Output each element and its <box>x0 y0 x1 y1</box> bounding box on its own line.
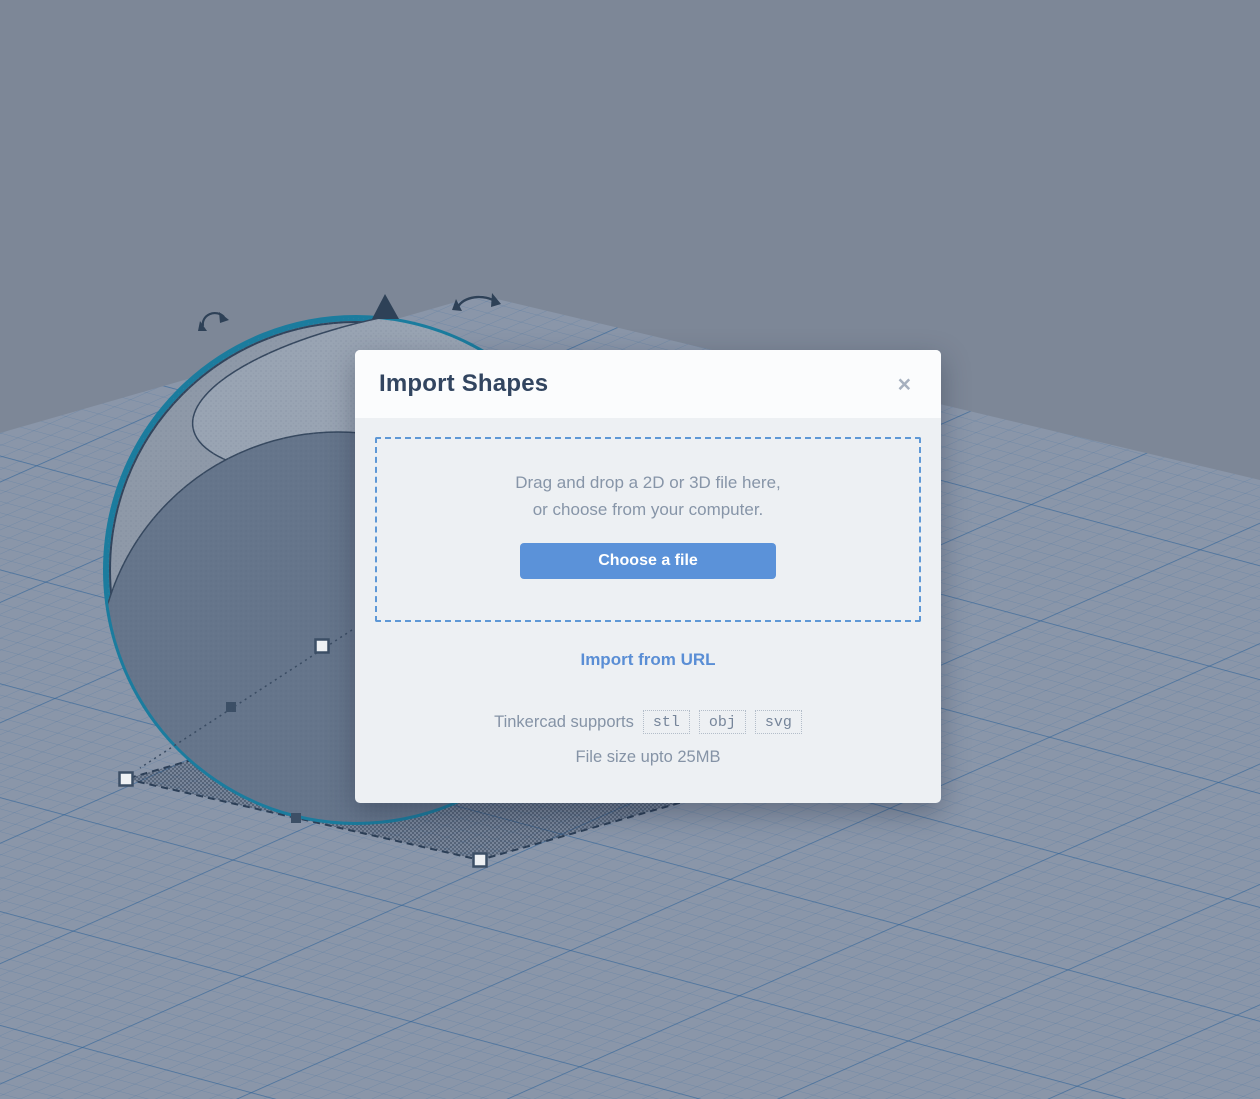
supported-formats-row: Tinkercad supports stl obj svg <box>355 710 941 734</box>
edge-midpoint-handle-left[interactable] <box>226 702 236 712</box>
format-badge-stl: stl <box>642 710 690 734</box>
file-size-note: File size upto 25MB <box>575 748 721 766</box>
choose-file-button[interactable]: Choose a file <box>520 543 776 579</box>
format-badge-svg: svg <box>754 710 802 734</box>
corner-scale-handle-left[interactable] <box>118 771 134 787</box>
import-from-url-link[interactable]: Import from URL <box>580 650 715 670</box>
dropzone-line1: Drag and drop a 2D or 3D file here, <box>515 473 781 492</box>
dropzone-line2: or choose from your computer. <box>532 500 764 519</box>
format-badge-obj: obj <box>698 710 746 734</box>
dialog-header: Import Shapes × <box>355 350 941 418</box>
corner-scale-handle-front[interactable] <box>472 852 488 868</box>
side-scale-handle[interactable] <box>314 638 330 654</box>
dropzone-instructions: Drag and drop a 2D or 3D file here, or c… <box>515 469 781 523</box>
close-icon[interactable]: × <box>892 371 917 398</box>
edge-midpoint-handle-front[interactable] <box>291 813 301 823</box>
dialog-title: Import Shapes <box>379 370 549 397</box>
file-dropzone[interactable]: Drag and drop a 2D or 3D file here, or c… <box>375 437 921 622</box>
import-shapes-dialog: Import Shapes × Drag and drop a 2D or 3D… <box>355 350 941 803</box>
supports-label: Tinkercad supports <box>494 712 634 731</box>
